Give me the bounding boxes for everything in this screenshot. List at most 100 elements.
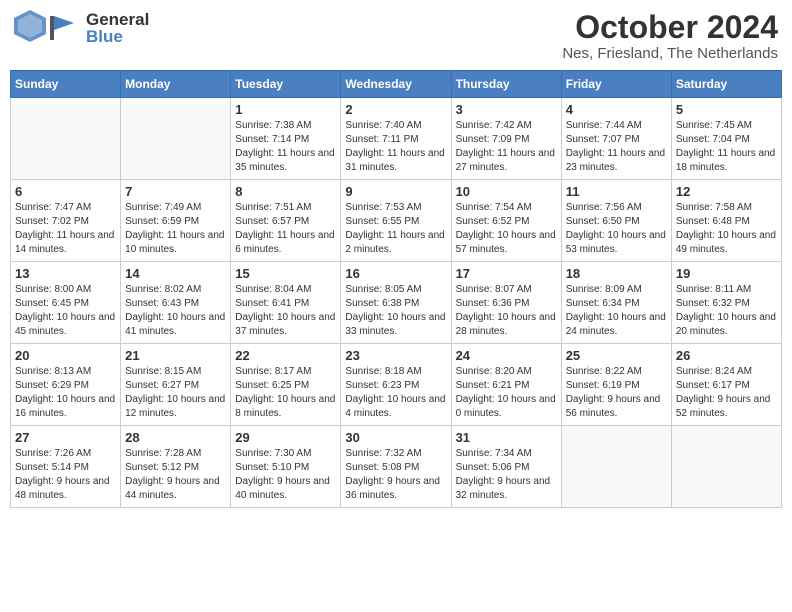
day-info: Sunrise: 7:45 AM Sunset: 7:04 PM Dayligh…	[676, 119, 777, 175]
day-info: Sunrise: 8:05 AM Sunset: 6:38 PM Dayligh…	[345, 283, 446, 339]
calendar-body: 1 Sunrise: 7:38 AM Sunset: 7:14 PM Daylig…	[11, 98, 782, 508]
day-info: Sunrise: 8:04 AM Sunset: 6:41 PM Dayligh…	[235, 283, 336, 339]
calendar-cell: 11Sunrise: 7:56 AM Sunset: 6:50 PM Dayli…	[561, 180, 671, 262]
calendar-cell	[121, 98, 231, 180]
calendar-cell: 19Sunrise: 8:11 AM Sunset: 6:32 PM Dayli…	[671, 262, 781, 344]
calendar-cell: 3 Sunrise: 7:42 AM Sunset: 7:09 PM Daylig…	[451, 98, 561, 180]
logo: General Blue	[14, 10, 149, 46]
day-number: 17	[456, 266, 557, 281]
day-info: Sunrise: 7:28 AM Sunset: 5:12 PM Dayligh…	[125, 447, 226, 503]
calendar-cell: 26 Sunrise: 8:24 AM Sunset: 6:17 PM Dayli…	[671, 344, 781, 426]
day-number: 26	[676, 348, 777, 363]
day-number: 1	[235, 102, 336, 117]
day-header-monday: Monday	[121, 71, 231, 98]
calendar-cell: 2 Sunrise: 7:40 AM Sunset: 7:11 PM Daylig…	[341, 98, 451, 180]
day-header-friday: Friday	[561, 71, 671, 98]
calendar-cell	[671, 426, 781, 508]
day-number: 29	[235, 430, 336, 445]
logo-icon	[14, 10, 46, 46]
day-info: Sunrise: 7:26 AM Sunset: 5:14 PM Dayligh…	[15, 447, 116, 503]
calendar-cell: 16 Sunrise: 8:05 AM Sunset: 6:38 PM Dayli…	[341, 262, 451, 344]
calendar-week-1: 1 Sunrise: 7:38 AM Sunset: 7:14 PM Daylig…	[11, 98, 782, 180]
day-number: 31	[456, 430, 557, 445]
day-header-thursday: Thursday	[451, 71, 561, 98]
day-info: Sunrise: 7:40 AM Sunset: 7:11 PM Dayligh…	[345, 119, 446, 175]
calendar-cell: 20Sunrise: 8:13 AM Sunset: 6:29 PM Dayli…	[11, 344, 121, 426]
page-header: General Blue October 2024 Nes, Friesland…	[10, 10, 782, 62]
calendar-cell: 18Sunrise: 8:09 AM Sunset: 6:34 PM Dayli…	[561, 262, 671, 344]
day-info: Sunrise: 8:11 AM Sunset: 6:32 PM Dayligh…	[676, 283, 777, 339]
day-info: Sunrise: 8:13 AM Sunset: 6:29 PM Dayligh…	[15, 365, 116, 421]
day-info: Sunrise: 8:17 AM Sunset: 6:25 PM Dayligh…	[235, 365, 336, 421]
day-info: Sunrise: 7:51 AM Sunset: 6:57 PM Dayligh…	[235, 201, 336, 257]
day-header-tuesday: Tuesday	[231, 71, 341, 98]
day-info: Sunrise: 8:22 AM Sunset: 6:19 PM Dayligh…	[566, 365, 667, 421]
calendar-cell: 27Sunrise: 7:26 AM Sunset: 5:14 PM Dayli…	[11, 426, 121, 508]
calendar-cell: 21 Sunrise: 8:15 AM Sunset: 6:27 PM Dayli…	[121, 344, 231, 426]
calendar-cell: 13 Sunrise: 8:00 AM Sunset: 6:45 PM Dayli…	[11, 262, 121, 344]
day-header-saturday: Saturday	[671, 71, 781, 98]
day-number: 3	[456, 102, 557, 117]
day-number: 23	[345, 348, 446, 363]
calendar-cell: 30 Sunrise: 7:32 AM Sunset: 5:08 PM Dayli…	[341, 426, 451, 508]
calendar-table: SundayMondayTuesdayWednesdayThursdayFrid…	[10, 70, 782, 508]
day-info: Sunrise: 7:34 AM Sunset: 5:06 PM Dayligh…	[456, 447, 557, 503]
calendar-cell: 29 Sunrise: 7:30 AM Sunset: 5:10 PM Dayli…	[231, 426, 341, 508]
day-info: Sunrise: 8:15 AM Sunset: 6:27 PM Dayligh…	[125, 365, 226, 421]
day-info: Sunrise: 8:07 AM Sunset: 6:36 PM Dayligh…	[456, 283, 557, 339]
day-header-wednesday: Wednesday	[341, 71, 451, 98]
day-number: 9	[345, 184, 446, 199]
day-info: Sunrise: 7:54 AM Sunset: 6:52 PM Dayligh…	[456, 201, 557, 257]
calendar-cell: 23 Sunrise: 8:18 AM Sunset: 6:23 PM Dayli…	[341, 344, 451, 426]
logo-flag-icon	[46, 10, 82, 46]
day-info: Sunrise: 8:20 AM Sunset: 6:21 PM Dayligh…	[456, 365, 557, 421]
calendar-cell: 15 Sunrise: 8:04 AM Sunset: 6:41 PM Dayli…	[231, 262, 341, 344]
day-info: Sunrise: 7:30 AM Sunset: 5:10 PM Dayligh…	[235, 447, 336, 503]
day-number: 18	[566, 266, 667, 281]
day-number: 15	[235, 266, 336, 281]
day-number: 2	[345, 102, 446, 117]
title-section: October 2024 Nes, Friesland, The Netherl…	[562, 10, 778, 62]
day-number: 24	[456, 348, 557, 363]
day-number: 21	[125, 348, 226, 363]
day-number: 30	[345, 430, 446, 445]
calendar-week-2: 6Sunrise: 7:47 AM Sunset: 7:02 PM Daylig…	[11, 180, 782, 262]
calendar-cell: 1 Sunrise: 7:38 AM Sunset: 7:14 PM Daylig…	[231, 98, 341, 180]
month-title: October 2024	[562, 10, 778, 45]
calendar-cell	[561, 426, 671, 508]
location-title: Nes, Friesland, The Netherlands	[562, 45, 778, 62]
day-info: Sunrise: 8:00 AM Sunset: 6:45 PM Dayligh…	[15, 283, 116, 339]
calendar-cell: 24 Sunrise: 8:20 AM Sunset: 6:21 PM Dayli…	[451, 344, 561, 426]
calendar-cell: 17 Sunrise: 8:07 AM Sunset: 6:36 PM Dayli…	[451, 262, 561, 344]
calendar-cell: 5 Sunrise: 7:45 AM Sunset: 7:04 PM Daylig…	[671, 98, 781, 180]
day-number: 4	[566, 102, 667, 117]
day-info: Sunrise: 7:32 AM Sunset: 5:08 PM Dayligh…	[345, 447, 446, 503]
calendar-cell: 28Sunrise: 7:28 AM Sunset: 5:12 PM Dayli…	[121, 426, 231, 508]
calendar-header-row: SundayMondayTuesdayWednesdayThursdayFrid…	[11, 71, 782, 98]
day-info: Sunrise: 8:24 AM Sunset: 6:17 PM Dayligh…	[676, 365, 777, 421]
day-number: 22	[235, 348, 336, 363]
calendar-cell: 6Sunrise: 7:47 AM Sunset: 7:02 PM Daylig…	[11, 180, 121, 262]
day-number: 5	[676, 102, 777, 117]
calendar-week-5: 27Sunrise: 7:26 AM Sunset: 5:14 PM Dayli…	[11, 426, 782, 508]
day-info: Sunrise: 8:02 AM Sunset: 6:43 PM Dayligh…	[125, 283, 226, 339]
calendar-cell: 31 Sunrise: 7:34 AM Sunset: 5:06 PM Dayli…	[451, 426, 561, 508]
calendar-cell: 8Sunrise: 7:51 AM Sunset: 6:57 PM Daylig…	[231, 180, 341, 262]
day-number: 13	[15, 266, 116, 281]
calendar-cell: 25Sunrise: 8:22 AM Sunset: 6:19 PM Dayli…	[561, 344, 671, 426]
day-info: Sunrise: 7:47 AM Sunset: 7:02 PM Dayligh…	[15, 201, 116, 257]
day-info: Sunrise: 7:49 AM Sunset: 6:59 PM Dayligh…	[125, 201, 226, 257]
day-number: 7	[125, 184, 226, 199]
calendar-week-4: 20Sunrise: 8:13 AM Sunset: 6:29 PM Dayli…	[11, 344, 782, 426]
day-info: Sunrise: 7:42 AM Sunset: 7:09 PM Dayligh…	[456, 119, 557, 175]
day-info: Sunrise: 7:38 AM Sunset: 7:14 PM Dayligh…	[235, 119, 336, 175]
calendar-cell: 10Sunrise: 7:54 AM Sunset: 6:52 PM Dayli…	[451, 180, 561, 262]
calendar-cell	[11, 98, 121, 180]
calendar-cell: 7 Sunrise: 7:49 AM Sunset: 6:59 PM Daylig…	[121, 180, 231, 262]
day-number: 11	[566, 184, 667, 199]
calendar-cell: 4Sunrise: 7:44 AM Sunset: 7:07 PM Daylig…	[561, 98, 671, 180]
calendar-cell: 14Sunrise: 8:02 AM Sunset: 6:43 PM Dayli…	[121, 262, 231, 344]
day-number: 16	[345, 266, 446, 281]
day-info: Sunrise: 8:18 AM Sunset: 6:23 PM Dayligh…	[345, 365, 446, 421]
logo-general: General	[86, 11, 149, 28]
